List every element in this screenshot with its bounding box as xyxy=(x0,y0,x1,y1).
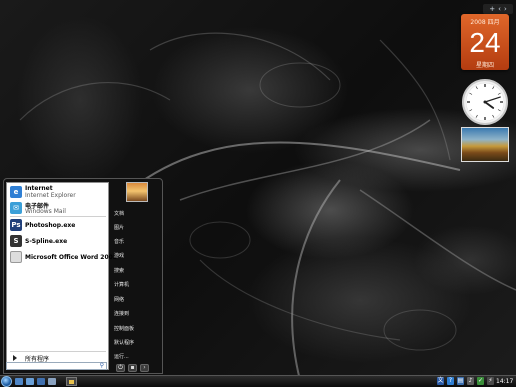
power-controls: ⏻ ▪ › xyxy=(114,364,162,372)
pinned-item-internet[interactable]: e Internet Internet Explorer xyxy=(9,185,108,200)
place-network[interactable]: 网络 xyxy=(114,296,124,303)
chevron-right-icon[interactable]: › xyxy=(140,364,149,372)
taskbar-clock[interactable]: 14:17 xyxy=(496,378,513,385)
ie-icon: e xyxy=(10,186,22,198)
place-connect-to[interactable]: 连接到 xyxy=(114,310,129,317)
switch-windows-icon[interactable] xyxy=(37,378,45,385)
place-default-programs[interactable]: 默认程序 xyxy=(114,339,134,346)
place-documents[interactable]: 文档 xyxy=(114,210,124,217)
start-menu-places-pane: 文档 图片 音乐 游戏 搜索 计算机 网络 连接到 控制面板 默认程序 运行..… xyxy=(110,179,162,373)
search-icon[interactable]: ⚲ xyxy=(100,363,104,369)
menu-separator xyxy=(10,351,106,352)
help-icon[interactable]: ? xyxy=(447,377,454,385)
calendar-weekday: 星期四 xyxy=(475,62,494,69)
triangle-right-icon xyxy=(13,355,17,361)
start-button[interactable] xyxy=(1,376,12,387)
plus-icon[interactable]: + xyxy=(489,4,495,14)
program-subtitle: Windows Mail xyxy=(25,208,66,215)
taskbar: 文 ? ▤ ♪ ✓ ⚡ 14:17 xyxy=(0,375,516,387)
mail-icon: ✉ xyxy=(10,202,22,214)
calendar-year-month: 2008 四月 xyxy=(470,19,500,26)
menu-separator xyxy=(10,216,106,217)
explorer-quicklaunch-icon[interactable] xyxy=(48,378,56,385)
calendar-gadget[interactable]: 2008 四月 24 星期四 xyxy=(461,14,509,70)
place-music[interactable]: 音乐 xyxy=(114,238,124,245)
slideshow-gadget[interactable] xyxy=(461,127,509,162)
start-menu: e Internet Internet Explorer ✉ 电子邮件 Wind… xyxy=(3,178,163,374)
user-avatar[interactable] xyxy=(126,182,148,202)
folder-icon xyxy=(69,380,74,384)
recent-item-sspline[interactable]: S S-Spline.exe xyxy=(9,234,108,249)
calendar-day: 24 xyxy=(469,27,501,58)
program-title: Internet xyxy=(25,185,53,192)
power-icon[interactable]: ⏻ xyxy=(116,364,125,372)
program-title: Microsoft Office Word 2003 xyxy=(25,254,118,261)
show-desktop-icon[interactable] xyxy=(15,378,23,385)
place-computer[interactable]: 计算机 xyxy=(114,281,129,288)
sidebar-controls: + ‹ › xyxy=(483,4,513,14)
language-icon[interactable]: 文 xyxy=(437,377,444,385)
photoshop-icon: Ps xyxy=(10,219,22,231)
program-title: Photoshop.exe xyxy=(25,222,76,229)
program-subtitle: Internet Explorer xyxy=(25,192,76,199)
shield-icon[interactable]: ✓ xyxy=(477,377,484,385)
sspline-icon: S xyxy=(10,235,22,247)
chevron-right-icon[interactable]: › xyxy=(504,4,507,14)
start-search-input[interactable]: ⚲ xyxy=(6,362,107,370)
chevron-left-icon[interactable]: ‹ xyxy=(498,4,501,14)
volume-icon[interactable]: ♪ xyxy=(467,377,474,385)
place-control-panel[interactable]: 控制面板 xyxy=(114,325,134,332)
ie-quicklaunch-icon[interactable] xyxy=(26,378,34,385)
network-icon[interactable]: ▤ xyxy=(457,377,464,385)
place-games[interactable]: 游戏 xyxy=(114,252,124,259)
taskbar-folder-button[interactable] xyxy=(66,377,77,386)
word-icon xyxy=(10,251,22,263)
place-run[interactable]: 运行... xyxy=(114,353,129,360)
power-status-icon[interactable]: ⚡ xyxy=(487,377,494,385)
lock-icon[interactable]: ▪ xyxy=(128,364,137,372)
program-title: S-Spline.exe xyxy=(25,238,68,245)
place-search[interactable]: 搜索 xyxy=(114,267,124,274)
recent-item-word[interactable]: Microsoft Office Word 2003 xyxy=(9,250,117,265)
clock-gadget[interactable] xyxy=(461,78,509,126)
recent-item-photoshop[interactable]: Ps Photoshop.exe xyxy=(9,218,108,233)
pinned-item-mail[interactable]: ✉ 电子邮件 Windows Mail xyxy=(9,201,108,216)
place-pictures[interactable]: 图片 xyxy=(114,224,124,231)
start-menu-programs-pane: e Internet Internet Explorer ✉ 电子邮件 Wind… xyxy=(6,182,117,370)
